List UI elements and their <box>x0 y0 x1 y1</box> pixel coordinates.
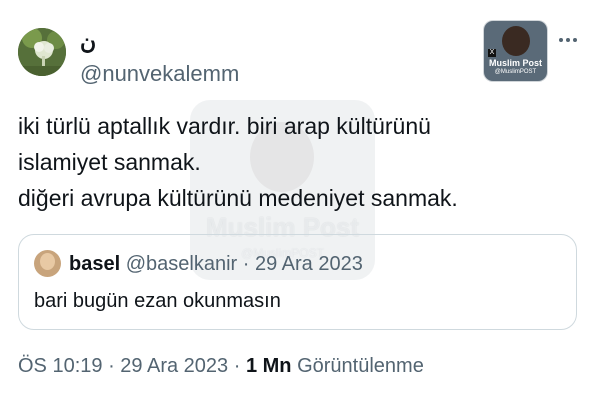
quoted-separator: · <box>242 253 255 275</box>
x-logo-icon: X <box>488 49 496 57</box>
more-dot <box>566 38 570 42</box>
views-label: Görüntülenme <box>297 355 424 377</box>
tweet-line: islamiyet sanmak. <box>18 149 201 175</box>
quoted-tweet[interactable]: basel @baselkanir · 29 Ara 2023 bari bug… <box>18 234 577 330</box>
tweet-text: iki türlü aptallık vardır. biri arap kül… <box>18 108 458 216</box>
tweet-line: diğeri avrupa kültürünü medeniyet sanmak… <box>18 185 458 211</box>
more-icon[interactable] <box>556 30 580 50</box>
badge-subtitle: @MuslimPOST <box>494 69 537 75</box>
tweet-line: iki türlü aptallık vardır. biri arap kül… <box>18 113 431 139</box>
muslim-post-badge: X Muslim Post @MuslimPOST <box>484 21 547 81</box>
author-avatar-image <box>18 28 66 76</box>
quoted-handle: @baselkanir <box>125 253 238 275</box>
more-dot <box>559 38 563 42</box>
quoted-date: 29 Ara 2023 <box>254 253 363 275</box>
quoted-avatar <box>34 250 61 277</box>
quoted-text: bari bugün ezan okunmasın <box>34 290 281 312</box>
badge-face-image <box>502 26 530 56</box>
badge-title: Muslim Post <box>488 58 542 68</box>
meta-separator: · <box>108 355 121 377</box>
quoted-name: basel <box>69 253 121 275</box>
author-avatar[interactable] <box>18 28 66 76</box>
quoted-header: basel @baselkanir · 29 Ara 2023 <box>69 253 363 276</box>
tweet-date[interactable]: 29 Ara 2023 <box>120 355 228 377</box>
more-dot <box>573 38 577 42</box>
tweet-time[interactable]: ÖS 10:19 <box>18 355 103 377</box>
author-display-name[interactable]: ن <box>80 29 96 55</box>
author-handle[interactable]: @nunvekalemm <box>80 61 239 87</box>
views-count: 1 Mn <box>245 355 292 377</box>
meta-separator: · <box>233 355 246 377</box>
tweet-meta: ÖS 10:19 · 29 Ara 2023 · 1 Mn Görüntülen… <box>18 355 424 378</box>
